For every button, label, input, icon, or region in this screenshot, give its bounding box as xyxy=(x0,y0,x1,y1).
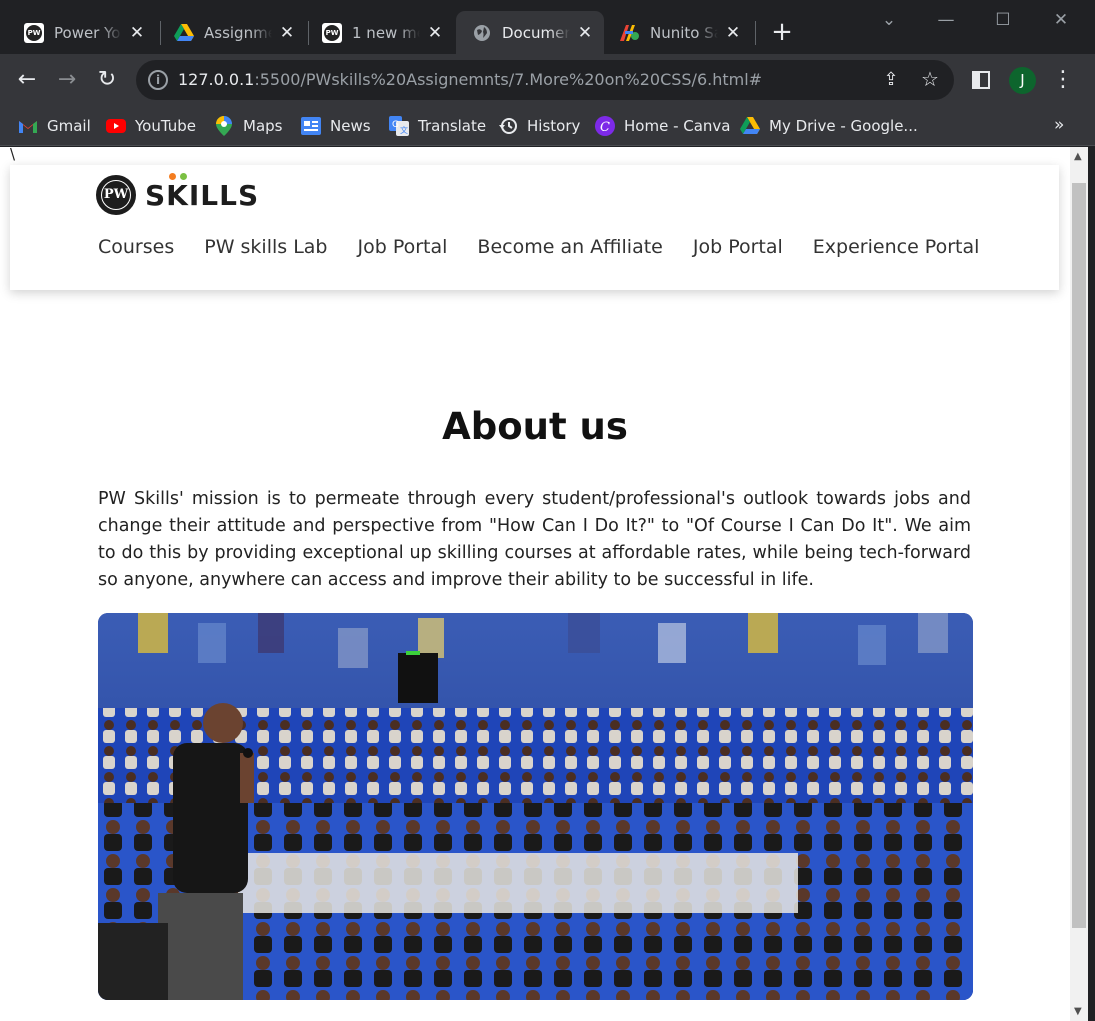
more-bookmarks-button[interactable]: » xyxy=(1054,115,1064,135)
maximize-button[interactable]: ☐ xyxy=(988,8,1018,32)
about-heading: About us xyxy=(442,405,628,448)
bookmark-youtube[interactable]: YouTube xyxy=(106,114,196,138)
reload-button[interactable]: ↻ xyxy=(94,67,120,93)
menu-icon[interactable]: ⋮ xyxy=(1052,67,1074,93)
browser-toolbar: ← → ↻ i 127.0.0.1:5500/PWskills%20Assign… xyxy=(0,54,1095,106)
scroll-down-arrow[interactable]: ▼ xyxy=(1074,1006,1082,1017)
news-icon xyxy=(301,116,321,136)
youtube-icon xyxy=(106,116,126,136)
bookmark-label: History xyxy=(527,117,581,135)
globe-icon xyxy=(472,23,492,43)
nav-link-pw-skills-lab[interactable]: PW skills Lab xyxy=(204,236,327,258)
nav-link-experience-portal[interactable]: Experience Portal xyxy=(813,236,980,258)
tab-strip: PW Power You ✕ Assignme ✕ PW 1 new me ✕ … xyxy=(0,0,1095,54)
tab-title: 1 new me xyxy=(352,23,420,42)
page-viewport: \ PW SKILLS Courses PW skills Lab Job Po… xyxy=(0,147,1070,1021)
tab-title: Assignme xyxy=(204,23,272,42)
close-icon[interactable]: ✕ xyxy=(576,23,594,43)
chevron-down-icon[interactable]: ⌄ xyxy=(874,8,904,32)
orange-dot xyxy=(169,172,176,180)
scroll-thumb[interactable] xyxy=(1072,183,1086,928)
address-bar[interactable]: i 127.0.0.1:5500/PWskills%20Assignemnts/… xyxy=(136,60,954,100)
logo-wordmark: SKILLS xyxy=(145,172,260,212)
seal-text: PW xyxy=(103,187,129,202)
translate-icon: G文 xyxy=(389,116,409,136)
svg-text:G: G xyxy=(392,120,399,130)
gmail-icon xyxy=(18,116,38,136)
auditorium-photo xyxy=(98,613,973,1000)
bookmark-news[interactable]: News xyxy=(301,114,371,138)
tab-title: Documen xyxy=(502,23,570,42)
stray-character: \ xyxy=(10,147,16,163)
nav-link-courses[interactable]: Courses xyxy=(98,236,174,258)
history-icon xyxy=(498,116,518,136)
side-panel-icon[interactable] xyxy=(972,71,990,89)
url-host: 127.0.0.1 xyxy=(178,70,255,89)
window-edge xyxy=(1088,147,1095,1021)
bookmark-translate[interactable]: G文 Translate xyxy=(389,114,486,138)
drive-icon xyxy=(740,116,760,136)
close-icon[interactable]: ✕ xyxy=(128,23,146,43)
bookmark-label: My Drive - Google... xyxy=(769,117,918,135)
bookmark-star-icon[interactable]: ☆ xyxy=(918,67,942,91)
close-icon[interactable]: ✕ xyxy=(278,23,296,43)
tab-assignments[interactable]: Assignme ✕ xyxy=(158,11,306,54)
pw-seal-icon: PW xyxy=(96,175,136,215)
bookmark-history[interactable]: History xyxy=(498,114,580,138)
svg-text:文: 文 xyxy=(400,125,408,135)
forward-button[interactable]: → xyxy=(54,67,80,93)
bookmark-label: Maps xyxy=(243,117,283,135)
site-header: PW SKILLS Courses PW skills Lab Job Port… xyxy=(10,165,1059,290)
bookmark-label: Gmail xyxy=(47,117,91,135)
bookmark-label: News xyxy=(330,117,371,135)
bookmark-label: Translate xyxy=(418,117,487,135)
bookmarks-bar: Gmail YouTube Maps News G文 Translate His… xyxy=(0,106,1095,146)
back-button[interactable]: ← xyxy=(14,67,40,93)
svg-text:C: C xyxy=(600,120,610,135)
drive-icon xyxy=(174,23,194,43)
minimize-button[interactable]: — xyxy=(931,8,961,32)
share-icon[interactable]: ⇪ xyxy=(880,69,902,91)
scroll-up-arrow[interactable]: ▲ xyxy=(1074,151,1082,162)
pw-skills-logo[interactable]: PW SKILLS xyxy=(96,172,260,215)
logo-word: SKILLS xyxy=(145,178,260,212)
main-nav: Courses PW skills Lab Job Portal Become … xyxy=(98,236,1009,258)
pw-icon: PW xyxy=(24,22,44,43)
canva-icon: C xyxy=(595,116,615,136)
tab-title: Power You xyxy=(54,23,122,42)
maps-icon xyxy=(214,116,234,136)
about-paragraph: PW Skills' mission is to permeate throug… xyxy=(98,489,971,590)
close-icon[interactable]: ✕ xyxy=(724,23,742,43)
tab-title: Nunito Sa xyxy=(650,23,718,42)
bookmark-gmail[interactable]: Gmail xyxy=(18,114,91,138)
url-path: :5500/PWskills%20Assignemnts/7.More%20on… xyxy=(254,70,763,89)
bookmark-label: Home - Canva xyxy=(624,117,731,135)
tab-power-you[interactable]: PW Power You ✕ xyxy=(8,11,156,54)
bookmark-my-drive[interactable]: My Drive - Google... xyxy=(740,114,918,138)
window-close-button[interactable]: ✕ xyxy=(1046,8,1076,32)
bookmark-canva[interactable]: C Home - Canva xyxy=(595,114,731,138)
logo-dots xyxy=(169,172,187,180)
nav-link-job-portal-2[interactable]: Job Portal xyxy=(693,236,783,258)
close-icon[interactable]: ✕ xyxy=(426,23,444,43)
url-text[interactable]: 127.0.0.1:5500/PWskills%20Assignemnts/7.… xyxy=(178,70,762,89)
bookmark-label: YouTube xyxy=(135,117,196,135)
green-dot xyxy=(180,172,187,180)
bookmark-maps[interactable]: Maps xyxy=(214,114,282,138)
tab-document[interactable]: Documen ✕ xyxy=(456,11,604,54)
tab-new-message[interactable]: PW 1 new me ✕ xyxy=(306,11,454,54)
new-tab-button[interactable]: + xyxy=(768,18,796,46)
nav-link-become-affiliate[interactable]: Become an Affiliate xyxy=(477,236,662,258)
vertical-scrollbar[interactable]: ▲ ▼ xyxy=(1070,147,1088,1021)
nav-link-job-portal[interactable]: Job Portal xyxy=(357,236,447,258)
pw-icon: PW xyxy=(322,22,342,43)
profile-avatar[interactable]: J xyxy=(1009,67,1036,94)
info-icon[interactable]: i xyxy=(148,70,168,90)
tab-separator xyxy=(755,21,756,45)
tab-nunito-sans[interactable]: Nunito Sa ✕ xyxy=(604,11,752,54)
google-fonts-icon xyxy=(620,23,640,43)
